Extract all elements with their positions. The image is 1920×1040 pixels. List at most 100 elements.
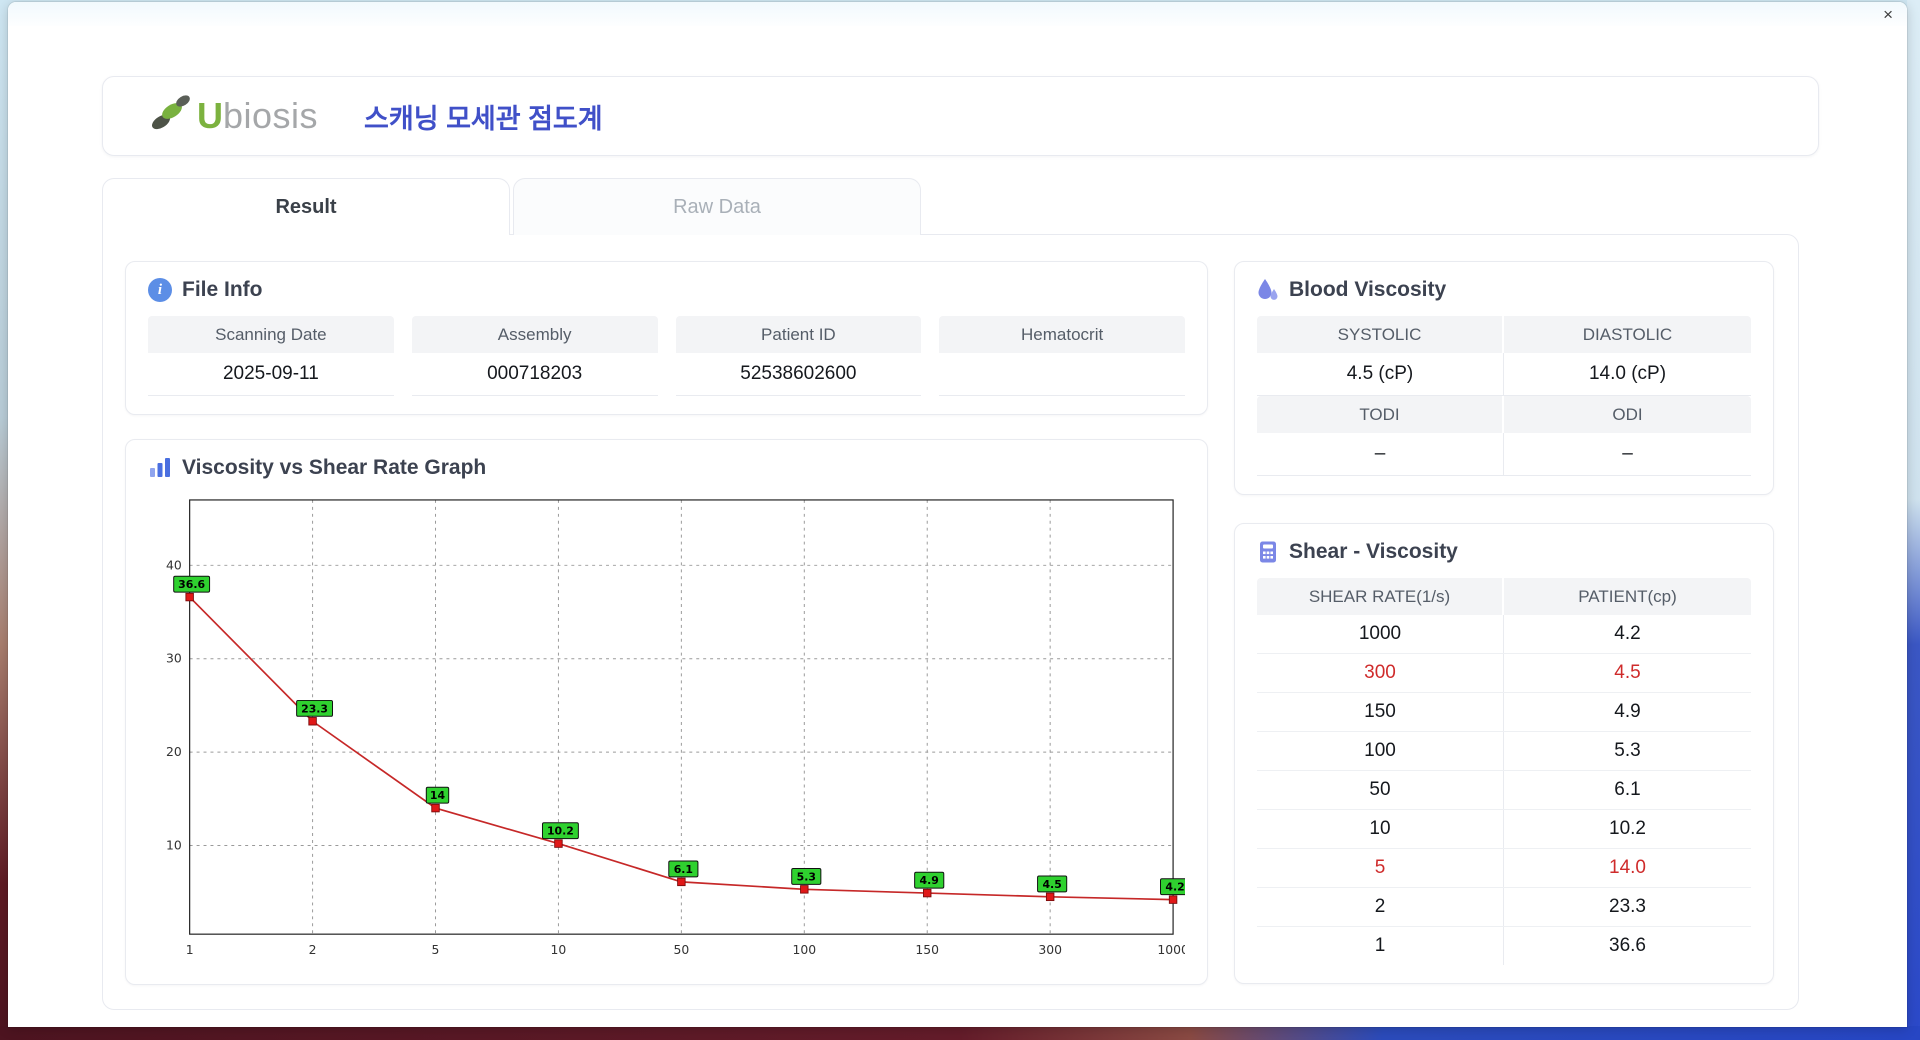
desktop-edge-bottom: [0, 1026, 1920, 1040]
patient-viscosity-cell: 23.3: [1609, 896, 1646, 917]
shear-rate-cell: 1000: [1257, 615, 1504, 653]
blood-viscosity-panel: Blood Viscosity SYSTOLIC DIASTOLIC 4.5 (cP…: [1234, 261, 1774, 495]
blood-viscosity-value: 14.0 (cP): [1504, 353, 1751, 396]
table-row: 2 23.3: [1257, 888, 1751, 927]
blood-viscosity-value: –: [1257, 433, 1504, 476]
left-column: i File Info Scanning Date 2025-09-11 Assem…: [125, 261, 1208, 985]
file-info-field: Hematocrit: [939, 316, 1185, 396]
file-info-title: File Info: [182, 278, 263, 301]
bar-chart-icon: [150, 458, 170, 477]
svg-text:20: 20: [166, 744, 182, 759]
leaf-icon: [152, 95, 190, 130]
desktop-edge-right: [1907, 0, 1920, 1040]
shear-rate-cell: 5: [1257, 849, 1504, 887]
svg-text:150: 150: [915, 942, 939, 957]
patient-viscosity-cell: 36.6: [1609, 935, 1646, 956]
file-info-field-label: Hematocrit: [939, 316, 1185, 353]
graph-panel-header: Viscosity vs Shear Rate Graph: [148, 456, 1185, 480]
file-info-panel: i File Info Scanning Date 2025-09-11 Assem…: [125, 261, 1208, 415]
app-window: × Ubiosis 스캐닝 모세관 점도계 Result Raw Data i …: [8, 2, 1907, 1027]
patient-viscosity-cell: 6.1: [1614, 779, 1641, 800]
app-content: Ubiosis 스캐닝 모세관 점도계 Result Raw Data i Fi…: [8, 26, 1907, 1010]
graph-panel: Viscosity vs Shear Rate Graph 10 20 30 40 1 2…: [125, 439, 1208, 985]
blood-viscosity-value: 4.5 (cP): [1257, 353, 1504, 396]
calculator-icon: [1260, 541, 1276, 563]
patient-viscosity-cell: 10.2: [1609, 818, 1646, 839]
blood-viscosity-col-header: SYSTOLIC: [1257, 316, 1504, 353]
water-drops-icon: [1258, 279, 1278, 300]
svg-text:2: 2: [309, 942, 317, 957]
svg-text:6.1: 6.1: [674, 863, 693, 876]
file-info-header: i File Info: [148, 278, 1185, 302]
file-info-table: Scanning Date 2025-09-11 Assembly 000718203…: [148, 316, 1185, 396]
file-info-field-value: [939, 353, 1185, 396]
svg-text:50: 50: [673, 942, 689, 957]
table-row: 5 14.0: [1257, 849, 1751, 888]
file-info-field-value: 2025-09-11: [148, 353, 394, 396]
patient-viscosity-cell: 5.3: [1614, 740, 1641, 761]
shear-viscosity-title: Shear - Viscosity: [1289, 540, 1458, 563]
file-info-field-value: 52538602600: [675, 353, 922, 396]
header-card: Ubiosis 스캐닝 모세관 점도계: [102, 76, 1819, 156]
svg-text:40: 40: [166, 557, 182, 572]
file-info-field-label: Scanning Date: [148, 316, 394, 353]
shear-rate-cell: 100: [1257, 732, 1504, 770]
viscosity-chart: 10 20 30 40 1 2 5 10 50 100 150 300 1000 36.6 23.3 14 10…: [148, 494, 1185, 966]
ubiosis-logo: Ubiosis: [149, 95, 318, 137]
patient-viscosity-cell: 14.0: [1609, 857, 1646, 878]
svg-text:10: 10: [551, 942, 567, 957]
file-info-field: Patient ID 52538602600: [675, 316, 922, 396]
blood-viscosity-table: SYSTOLIC DIASTOLIC 4.5 (cP) 14.0 (cP) TODI OD…: [1257, 316, 1751, 476]
patient-viscosity-cell: 4.2: [1614, 623, 1641, 644]
table-row: 1000 4.2: [1257, 615, 1751, 654]
file-info-field-label: Assembly: [411, 316, 658, 353]
file-info-field-value: 000718203: [411, 353, 658, 396]
app-title: 스캐닝 모세관 점도계: [364, 103, 603, 134]
shear-rate-column-header: SHEAR RATE(1/s): [1257, 578, 1504, 615]
shear-table-header-row: SHEAR RATE(1/s) PATIENT(cp): [1257, 578, 1751, 615]
svg-text:36.6: 36.6: [178, 578, 205, 591]
blood-viscosity-value-row: 4.5 (cP) 14.0 (cP): [1257, 353, 1751, 396]
svg-text:5: 5: [432, 942, 440, 957]
shear-viscosity-table: SHEAR RATE(1/s) PATIENT(cp) 1000 4.2 300 4.5 1…: [1257, 578, 1751, 965]
patient-column-header: PATIENT(cp): [1504, 578, 1751, 615]
blood-viscosity-col-header: ODI: [1504, 396, 1751, 433]
blood-viscosity-title: Blood Viscosity: [1289, 278, 1447, 301]
table-row: 100 5.3: [1257, 732, 1751, 771]
svg-text:5.3: 5.3: [797, 870, 816, 883]
logo-text-rest: biosis: [223, 95, 319, 136]
shear-viscosity-panel: Shear - Viscosity SHEAR RATE(1/s) PATIENT…: [1234, 523, 1774, 984]
shear-viscosity-header: Shear - Viscosity: [1257, 540, 1751, 564]
svg-text:1: 1: [186, 942, 194, 957]
window-titlebar: ×: [8, 2, 1907, 26]
patient-viscosity-cell: 4.5: [1614, 662, 1641, 683]
svg-text:100: 100: [792, 942, 816, 957]
file-info-field-label: Patient ID: [675, 316, 922, 353]
patient-viscosity-cell: 4.9: [1614, 701, 1641, 722]
shear-rate-cell: 1: [1257, 927, 1504, 965]
shear-rate-cell: 300: [1257, 654, 1504, 692]
svg-text:10.2: 10.2: [547, 825, 574, 838]
table-row: 1 36.6: [1257, 927, 1751, 965]
viscosity-shear-rate-plot: 10 20 30 40 1 2 5 10 50 100 150 300 1000 36.6 23.3 14 10…: [166, 499, 1185, 957]
shear-rate-cell: 10: [1257, 810, 1504, 848]
svg-text:4.2: 4.2: [1165, 881, 1184, 894]
graph-title: Viscosity vs Shear Rate Graph: [182, 456, 487, 479]
blood-viscosity-value: –: [1504, 433, 1751, 476]
tab-result[interactable]: Result: [102, 178, 510, 237]
blood-viscosity-header-row: SYSTOLIC DIASTOLIC: [1257, 316, 1751, 353]
logo-text-u: U: [197, 95, 223, 136]
close-icon[interactable]: ×: [1883, 6, 1893, 23]
file-info-field: Assembly 000718203: [411, 316, 658, 396]
shear-rate-cell: 150: [1257, 693, 1504, 731]
svg-text:10: 10: [166, 837, 182, 852]
svg-text:4.5: 4.5: [1042, 878, 1061, 891]
blood-viscosity-col-header: TODI: [1257, 396, 1504, 433]
svg-text:1000: 1000: [1157, 942, 1185, 957]
tab-bar: Result Raw Data: [102, 178, 1819, 237]
shear-rate-cell: 2: [1257, 888, 1504, 926]
svg-text:300: 300: [1038, 942, 1062, 957]
blood-viscosity-value-row: – –: [1257, 433, 1751, 476]
table-row: 10 10.2: [1257, 810, 1751, 849]
tab-raw-data[interactable]: Raw Data: [513, 178, 921, 235]
